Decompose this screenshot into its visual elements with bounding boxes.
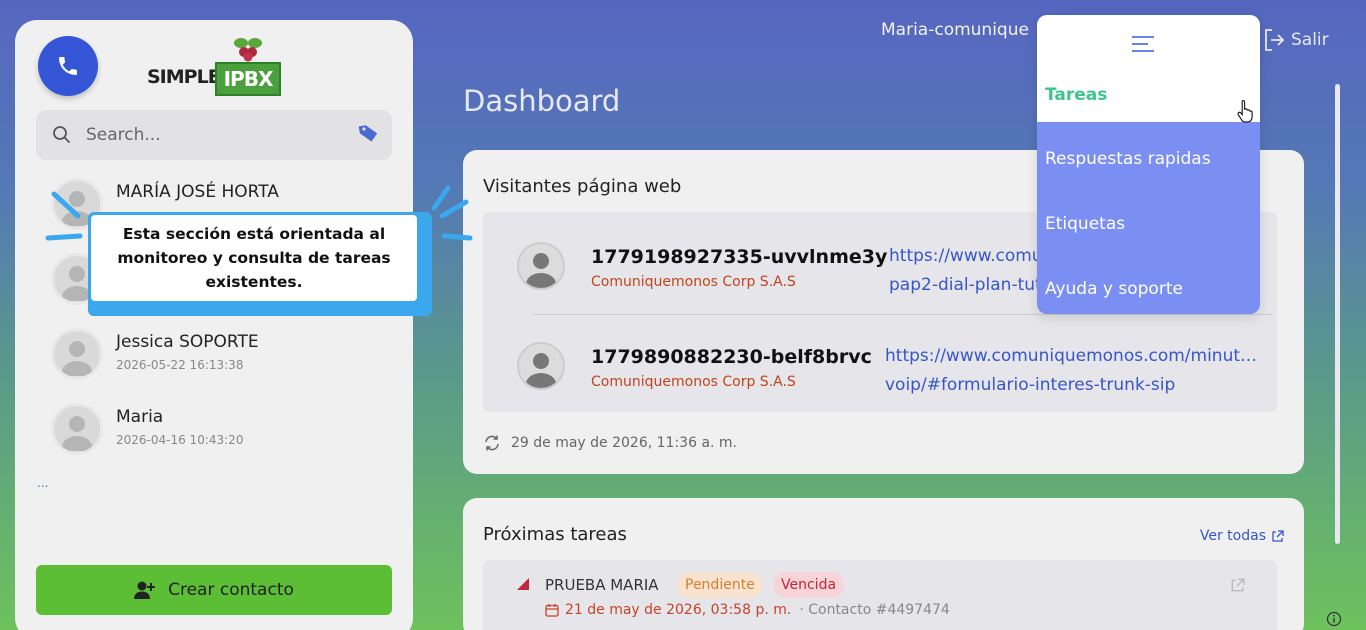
menu-item-etiquetas[interactable]: Etiquetas (1045, 214, 1125, 234)
task-contact: · Contacto #4497474 (799, 602, 950, 618)
avatar (517, 342, 565, 390)
phone-button[interactable] (38, 36, 98, 96)
view-all-label: Ver todas (1199, 528, 1266, 544)
create-contact-label: Crear contacto (168, 580, 294, 600)
last-updated-text: 29 de may de 2026, 11:36 a. m. (511, 435, 738, 451)
logout-label: Salir (1291, 30, 1329, 50)
logo-text: SIMPLE (147, 66, 221, 88)
avatar (517, 242, 565, 290)
hamburger-menu-icon[interactable] (1131, 35, 1155, 53)
visitor-url[interactable]: https://www.comuniquemonos.com/minut… vo… (885, 342, 1269, 400)
spark-lines-right (431, 185, 473, 241)
menu-item-ayuda-soporte[interactable]: Ayuda y soporte (1045, 279, 1183, 299)
logo-box: IPBX (215, 62, 281, 96)
add-user-icon (134, 581, 156, 599)
scrollbar[interactable] (1335, 84, 1340, 544)
user-icon (519, 344, 563, 388)
contact-name: Jessica SOPORTE (116, 332, 259, 352)
page-title: Dashboard (463, 84, 621, 118)
search-bar (36, 110, 392, 160)
simpleipbx-logo: SIMPLE IPBX (145, 32, 285, 98)
overdue-badge: Vencida (773, 572, 845, 598)
avatar (51, 403, 103, 455)
priority-flag-icon (517, 578, 529, 590)
external-link-icon (1272, 529, 1284, 542)
create-contact-button[interactable]: Crear contacto (36, 565, 392, 615)
refresh-icon[interactable] (483, 434, 501, 452)
visitor-company: Comuniquemonos Corp S.A.S (591, 274, 796, 290)
dropdown-header: Tareas (1037, 15, 1260, 123)
visitor-id: 1779198927335-uvvlnme3y (591, 246, 888, 268)
visitor-url-line: voip/#formulario-interes-trunk-sip (885, 375, 1176, 395)
tasks-title: Próximas tareas (483, 524, 627, 545)
tag-icon[interactable] (356, 121, 380, 145)
visitor-item[interactable]: 1779890882230-belf8brvc Comuniquemonos C… (483, 328, 1257, 408)
divider (533, 314, 1273, 315)
task-name: PRUEBA MARIA (545, 576, 659, 594)
sidebar: SIMPLE IPBX MARÍA JOSÉ HORTA (15, 20, 413, 630)
phone-icon (59, 57, 77, 75)
avatar (51, 328, 103, 380)
user-icon (519, 244, 563, 288)
calendar-icon (545, 604, 559, 617)
tasks-card: Próximas tareas Ver todas PRUEBA MARIA P… (463, 498, 1304, 630)
user-icon (55, 332, 99, 376)
task-item[interactable]: PRUEBA MARIA Pendiente Vencida 21 de may… (483, 560, 1277, 630)
view-all-link[interactable]: Ver todas (1200, 528, 1284, 544)
visitor-id: 1779890882230-belf8brvc (591, 346, 872, 368)
menu-item-tareas[interactable]: Tareas (1045, 85, 1107, 105)
spark-lines-left (45, 191, 83, 241)
tooltip-text: Esta sección está orientada al monitoreo… (91, 215, 417, 301)
tooltip-callout: Esta sección está orientada al monitoreo… (88, 212, 432, 316)
contact-item[interactable]: Maria 2026-04-16 10:43:20 (51, 403, 391, 463)
user-icon (55, 407, 99, 451)
logout-icon (1265, 29, 1285, 51)
contact-name: Maria (116, 407, 164, 427)
menu-item-respuestas-rapidas[interactable]: Respuestas rapidas (1045, 149, 1211, 169)
contact-name: MARÍA JOSÉ HORTA (116, 182, 279, 202)
task-date-text: 21 de may de 2026, 03:58 p. m. (565, 602, 792, 618)
visitor-url-line: https://www.comuniquemonos.com/minut… (885, 346, 1258, 366)
search-icon (53, 126, 70, 143)
contact-date: 2026-04-16 10:43:20 (116, 433, 244, 447)
status-badge: Pendiente (677, 572, 763, 598)
search-input[interactable] (86, 122, 346, 148)
logout-button[interactable]: Salir (1263, 28, 1329, 52)
contact-item[interactable]: Jessica SOPORTE 2026-05-22 16:13:38 (51, 328, 391, 388)
open-task-icon[interactable] (1230, 578, 1245, 593)
load-more-indicator[interactable]: ... (37, 476, 48, 490)
visitors-title: Visitantes página web (483, 176, 682, 197)
info-icon[interactable] (1326, 611, 1342, 627)
dropdown-menu: Tareas Respuestas rapidas Etiquetas Ayud… (1037, 15, 1260, 314)
raspberry-icon (234, 38, 262, 62)
last-updated: 29 de may de 2026, 11:36 a. m. (483, 434, 737, 452)
pointer-cursor-icon (1237, 99, 1253, 123)
contact-date: 2026-05-22 16:13:38 (116, 358, 244, 372)
task-date: 21 de may de 2026, 03:58 p. m. · Contact… (545, 602, 950, 618)
user-name[interactable]: Maria-comunique (881, 20, 1029, 40)
visitor-company: Comuniquemonos Corp S.A.S (591, 374, 796, 390)
